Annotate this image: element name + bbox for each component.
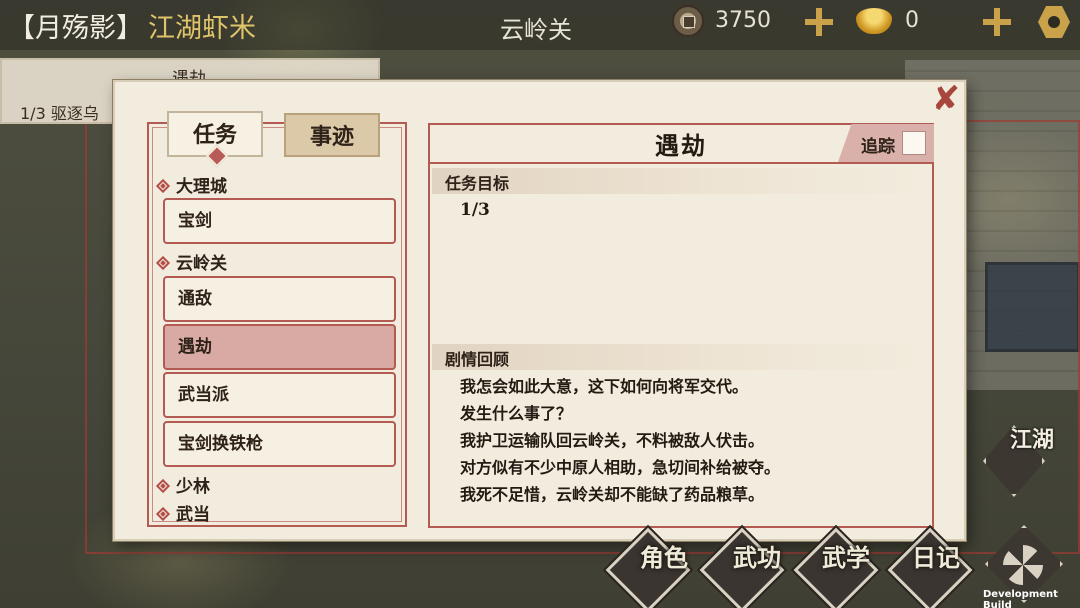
location-name: 云岭关 xyxy=(500,16,572,44)
story-line: 对方似有不少中原人相助，急切间补给被夺。 xyxy=(460,458,781,477)
settings-gear-icon[interactable] xyxy=(1038,6,1070,38)
coin-icon xyxy=(672,5,704,37)
story-line: 我怎会如此大意，这下如何向将军交代。 xyxy=(460,377,749,396)
story-text: 我怎会如此大意，这下如何向将军交代。 发生什么事了？ 我护卫运输队回云岭关，不料… xyxy=(460,373,900,508)
track-checkbox[interactable] xyxy=(902,131,926,155)
quest-item-yujie[interactable]: 遇劫 xyxy=(163,324,396,370)
story-line: 我护卫运输队回云岭关，不料被敌人伏击。 xyxy=(460,431,765,450)
objective-header: 任务目标 xyxy=(445,174,510,193)
diamond-icon xyxy=(155,178,171,194)
tracker-objective: 1/3 驱逐乌 xyxy=(20,104,99,123)
add-ingots-button[interactable] xyxy=(983,8,1011,36)
category-shaolin[interactable]: 少林 xyxy=(155,472,210,497)
diamond-icon xyxy=(155,478,171,494)
category-label: 少林 xyxy=(176,477,210,497)
category-label: 大理城 xyxy=(176,177,227,197)
pinwheel-icon xyxy=(1003,545,1043,585)
tab-quests[interactable]: 任务 xyxy=(167,111,263,157)
diamond-icon xyxy=(155,255,171,271)
story-line: 我死不足惜，云岭关却不能缺了药品粮草。 xyxy=(460,485,765,504)
story-header: 剧情回顾 xyxy=(445,350,510,369)
player-title: 江湖虾米 xyxy=(148,13,256,44)
quest-item-wudangpai[interactable]: 武当派 xyxy=(163,372,396,418)
quest-item-tongdi[interactable]: 通敌 xyxy=(163,276,396,322)
ingot-count: 0 xyxy=(905,8,919,33)
category-dali[interactable]: 大理城 xyxy=(155,172,227,197)
category-label: 云岭关 xyxy=(176,254,227,274)
tab-deeds[interactable]: 事迹 xyxy=(284,113,380,157)
category-label: 武当 xyxy=(176,505,210,525)
close-icon[interactable]: ✘ xyxy=(931,82,961,116)
diamond-icon xyxy=(155,506,171,522)
gold-ingot-icon xyxy=(856,8,892,34)
menu-skills-label: 武功 xyxy=(733,543,781,572)
category-yunlingguan[interactable]: 云岭关 xyxy=(155,249,227,274)
quest-item-baojian-huan-tieqiang[interactable]: 宝剑换铁枪 xyxy=(163,421,396,467)
menu-character-label: 角色 xyxy=(640,543,688,572)
player-name[interactable]: 【月殇影】 xyxy=(8,6,143,45)
category-wudang[interactable]: 武当 xyxy=(155,500,210,525)
menu-journal-label: 日记 xyxy=(912,543,960,572)
add-coins-button[interactable] xyxy=(805,8,833,36)
story-line: 发生什么事了？ xyxy=(460,404,573,423)
menu-martial-arts-label: 武学 xyxy=(822,543,870,572)
track-label: 追踪 xyxy=(861,137,895,157)
quest-item-baojian[interactable]: 宝剑 xyxy=(163,198,396,244)
development-build-watermark: Development Build xyxy=(983,589,1058,608)
title-divider xyxy=(430,162,932,164)
objective-progress: 1/3 xyxy=(460,200,490,220)
top-bar: 【月殇影】 江湖虾米 云岭关 3750 0 xyxy=(0,0,1080,50)
coin-count: 3750 xyxy=(715,8,771,33)
jianghu-label: 江湖 xyxy=(1010,427,1055,453)
